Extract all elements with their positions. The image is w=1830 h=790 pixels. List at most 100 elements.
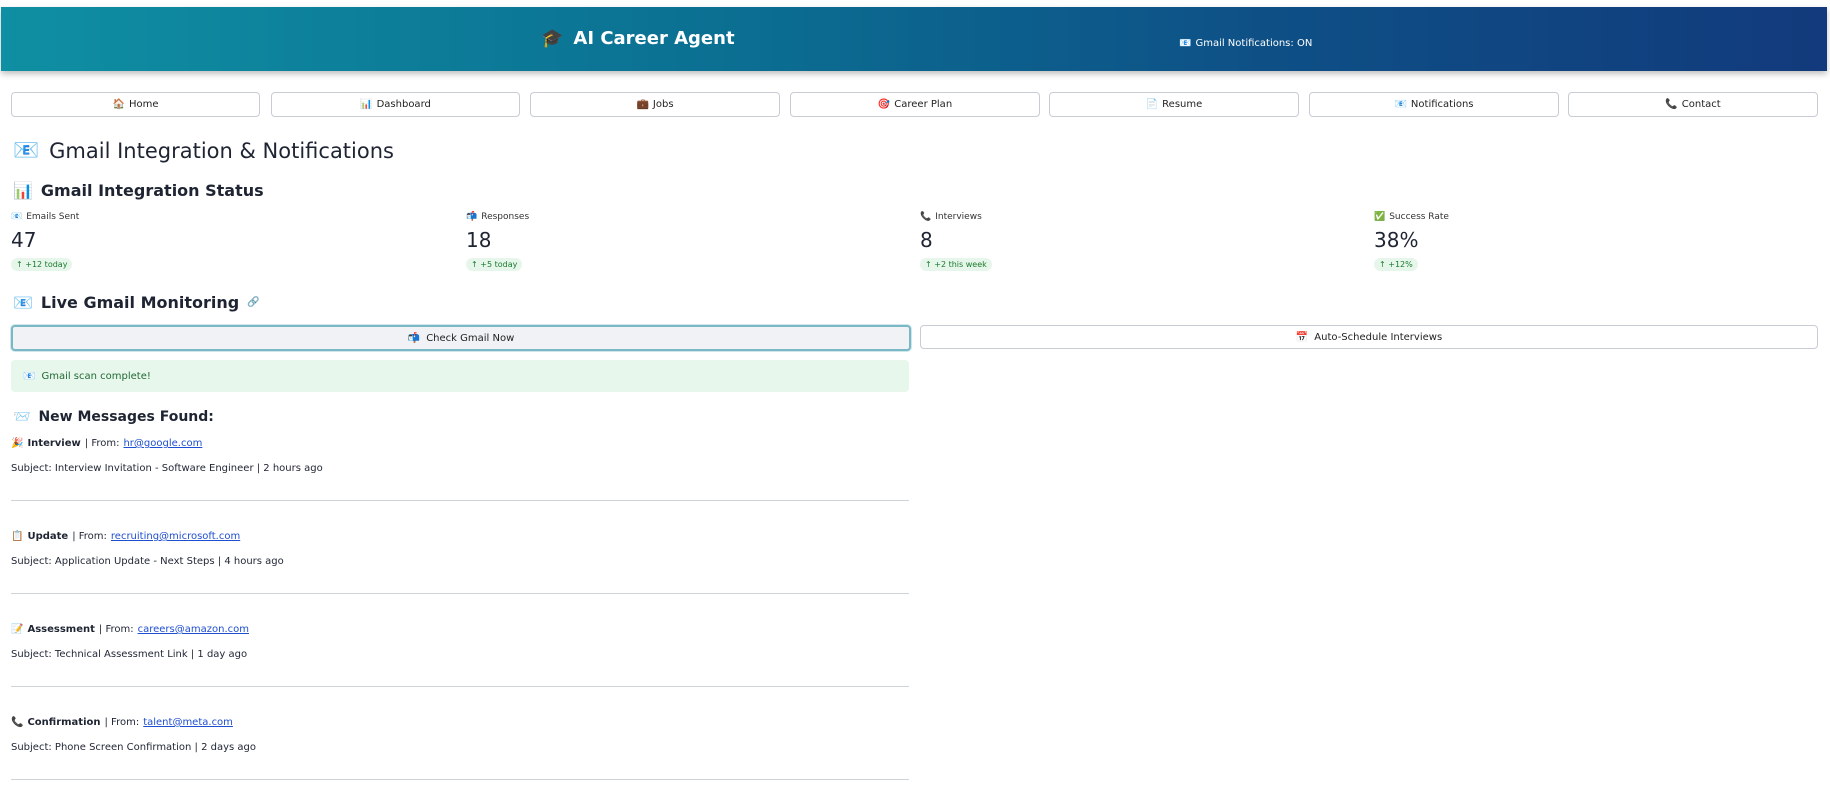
message-from-prefix: | From: (98, 624, 134, 635)
message-item: 📝 Assessment | From: careers@amazon.com S… (11, 624, 909, 687)
inbox-icon: 📬 (466, 212, 478, 222)
message-email-link[interactable]: hr@google.com (123, 438, 202, 449)
page-title: 📧 Gmail Integration & Notifications (13, 138, 394, 163)
mailbox-icon: 📨 (13, 409, 31, 425)
memo-icon: 📝 (11, 624, 24, 635)
metric-label: Interviews (935, 212, 982, 222)
message-type: Interview (27, 438, 81, 449)
message-type: Confirmation (27, 717, 101, 728)
metric-label: Success Rate (1389, 212, 1449, 222)
metric-delta-text: +2 this week (934, 260, 987, 269)
briefcase-icon: 💼 (636, 99, 649, 110)
metric-delta: ↑ +2 this week (920, 258, 992, 271)
nav-label: Resume (1162, 99, 1203, 110)
metric-delta-text: +5 today (480, 260, 518, 269)
messages-title-text: New Messages Found: (38, 409, 214, 425)
auto-schedule-button[interactable]: 📅 Auto-Schedule Interviews (920, 325, 1818, 349)
phone-icon: 📞 (1665, 99, 1678, 110)
divider (11, 779, 909, 780)
message-email-link[interactable]: talent@meta.com (143, 717, 233, 728)
envelope-icon: 📧 (1394, 99, 1407, 110)
message-subject: Subject: Interview Invitation - Software… (11, 463, 323, 474)
check-gmail-label: Check Gmail Now (426, 332, 515, 344)
message-subject: Subject: Application Update - Next Steps… (11, 556, 284, 567)
app-title-text: AI Career Agent (573, 28, 735, 49)
page-title-text: Gmail Integration & Notifications (49, 138, 394, 163)
metric-value: 47 (11, 228, 37, 252)
message-subject: Subject: Technical Assessment Link | 1 d… (11, 649, 248, 660)
metric-success-rate: ✅ Success Rate 38% ↑ +12% (1374, 212, 1449, 271)
clipboard-icon: 📋 (11, 531, 24, 542)
envelope-icon: 📧 (11, 212, 23, 222)
auto-schedule-label: Auto-Schedule Interviews (1314, 331, 1443, 343)
metric-value: 38% (1374, 228, 1419, 252)
phone-icon: 📞 (920, 212, 932, 222)
nav-notifications-button[interactable]: 📧 Notifications (1309, 92, 1559, 117)
metric-delta-text: +12% (1388, 260, 1413, 269)
check-gmail-button[interactable]: 📬 Check Gmail Now (11, 325, 911, 351)
metric-value: 8 (920, 228, 933, 252)
metric-delta: ↑ +12% (1374, 258, 1418, 271)
metric-delta-text: +12 today (25, 260, 68, 269)
metric-delta: ↑ +5 today (466, 258, 523, 271)
metric-responses: 📬 Responses 18 ↑ +5 today (466, 212, 529, 271)
nav-career-plan-button[interactable]: 🎯 Career Plan (790, 92, 1040, 117)
monitor-section-title: 📧 Live Gmail Monitoring 🔗 (13, 293, 260, 312)
target-icon: 🎯 (877, 99, 891, 110)
divider (11, 500, 909, 501)
nav-label: Career Plan (894, 99, 953, 110)
status-section-title-text: Gmail Integration Status (40, 181, 264, 200)
status-section-title: 📊 Gmail Integration Status (13, 181, 264, 200)
divider (11, 686, 909, 687)
message-subject: Subject: Phone Screen Confirmation | 2 d… (11, 742, 256, 753)
alert-text: Gmail scan complete! (41, 370, 151, 382)
bar-chart-icon: 📊 (13, 181, 33, 200)
nav-resume-button[interactable]: 📄 Resume (1049, 92, 1299, 117)
link-icon: 🔗 (247, 297, 260, 308)
checkmark-icon: ✅ (1374, 212, 1386, 222)
gmail-status-badge: 📧 Gmail Notifications: ON (1179, 38, 1312, 49)
document-icon: 📄 (1145, 99, 1159, 110)
divider (11, 593, 909, 594)
home-icon: 🏠 (112, 99, 125, 110)
scan-complete-alert: 📧 Gmail scan complete! (11, 360, 909, 392)
metric-value: 18 (466, 228, 492, 252)
nav-jobs-button[interactable]: 💼 Jobs (530, 92, 780, 117)
envelope-icon: 📧 (1179, 38, 1192, 49)
graduation-cap-icon: 🎓 (541, 28, 564, 49)
metric-label: Emails Sent (26, 212, 80, 222)
nav-label: Jobs (652, 99, 674, 110)
message-item: 📋 Update | From: recruiting@microsoft.com… (11, 531, 909, 594)
inbox-icon: 📬 (407, 332, 421, 344)
calendar-icon: 📅 (1295, 331, 1309, 343)
email-icon: 📧 (13, 293, 33, 312)
message-from-prefix: | From: (104, 717, 140, 728)
message-type: Assessment (27, 624, 95, 635)
nav-home-button[interactable]: 🏠 Home (11, 92, 260, 117)
metric-label: Responses (481, 212, 530, 222)
email-icon: 📧 (13, 138, 40, 162)
phone-icon: 📞 (11, 717, 24, 728)
message-item: 🎉 Interview | From: hr@google.com Subject… (11, 438, 909, 501)
message-type: Update (27, 531, 69, 542)
message-from-prefix: | From: (72, 531, 107, 542)
gmail-status-text: Gmail Notifications: ON (1195, 38, 1313, 49)
message-email-link[interactable]: careers@amazon.com (138, 624, 249, 635)
message-item: 📞 Confirmation | From: talent@meta.com Su… (11, 717, 909, 780)
nav-label: Dashboard (376, 99, 431, 110)
monitor-section-title-text: Live Gmail Monitoring (40, 293, 240, 312)
nav-dashboard-button[interactable]: 📊 Dashboard (271, 92, 520, 117)
app-title: 🎓 AI Career Agent (541, 28, 735, 49)
nav-contact-button[interactable]: 📞 Contact (1568, 92, 1818, 117)
message-from-prefix: | From: (84, 438, 120, 449)
nav-label: Notifications (1410, 99, 1474, 110)
party-icon: 🎉 (11, 438, 24, 449)
messages-title: 📨 New Messages Found: (13, 409, 214, 425)
metric-emails-sent: 📧 Emails Sent 47 ↑ +12 today (11, 212, 79, 271)
metric-interviews: 📞 Interviews 8 ↑ +2 this week (920, 212, 992, 271)
nav-label: Home (128, 99, 159, 110)
metric-delta: ↑ +12 today (11, 258, 73, 271)
message-email-link[interactable]: recruiting@microsoft.com (111, 531, 240, 542)
bar-chart-icon: 📊 (360, 99, 373, 110)
nav-label: Contact (1681, 99, 1721, 110)
